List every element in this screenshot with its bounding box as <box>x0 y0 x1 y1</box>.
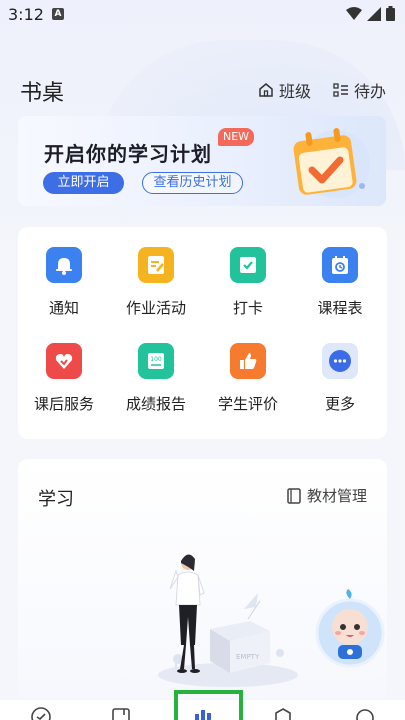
grid-item-notice[interactable]: 通知 <box>18 227 110 317</box>
quick-actions-card: 通知 作业活动 打卡 课程表 课后服务 100 成绩报告 学生评价 更多 <box>18 227 387 439</box>
page-title: 书桌 <box>20 81 65 106</box>
list-icon <box>333 83 348 97</box>
class-label: 班级 <box>279 82 312 101</box>
notification-a-icon: A <box>52 8 64 20</box>
grid-label-after-school: 课后服务 <box>33 395 94 413</box>
todo-button[interactable]: 待办 <box>333 78 386 102</box>
grid-item-evaluation[interactable]: 学生评价 <box>202 323 294 413</box>
book-icon <box>287 487 301 504</box>
after-school-icon <box>46 343 82 379</box>
todo-label: 待办 <box>354 82 387 101</box>
signal-icon <box>367 6 381 21</box>
new-badge: NEW <box>218 128 255 146</box>
start-now-button[interactable]: 立即开启 <box>43 172 124 194</box>
study-card: 学习 教材管理 EMPTY <box>18 459 387 699</box>
grid-label-checkin: 打卡 <box>232 299 263 317</box>
thumbs-up-icon <box>230 343 266 379</box>
nav-cube-icon[interactable] <box>272 706 294 720</box>
svg-text:100: 100 <box>150 356 162 363</box>
empty-box-text: EMPTY <box>236 653 260 661</box>
class-button[interactable]: 班级 <box>258 78 311 102</box>
homework-icon <box>138 247 174 283</box>
textbook-manage-button[interactable]: 教材管理 <box>287 485 367 506</box>
nav-profile-icon[interactable] <box>354 706 376 720</box>
battery-icon <box>386 6 395 21</box>
study-plan-banner[interactable]: 开启你的学习计划 NEW 立即开启 查看历史计划 <box>18 116 386 206</box>
status-bar: 3:12 A <box>0 0 405 30</box>
nav-active-highlight <box>174 690 243 720</box>
grid-item-timetable[interactable]: 课程表 <box>294 227 386 317</box>
nav-notebook-icon[interactable] <box>110 706 132 720</box>
grid-label-timetable: 课程表 <box>317 299 363 317</box>
mascot-assistant[interactable] <box>314 589 386 669</box>
grid-item-more[interactable]: 更多 <box>294 323 386 413</box>
status-icons <box>346 6 395 21</box>
more-icon <box>322 343 358 379</box>
grid-item-checkin[interactable]: 打卡 <box>202 227 294 317</box>
grid-label-notice: 通知 <box>48 299 79 317</box>
study-title: 学习 <box>38 489 74 510</box>
view-history-button[interactable]: 查看历史计划 <box>142 172 243 194</box>
checkin-icon <box>230 247 266 283</box>
calendar-icon <box>322 247 358 283</box>
grid-label-evaluation: 学生评价 <box>217 395 278 413</box>
status-time: 3:12 <box>8 5 44 24</box>
grid-label-homework: 作业活动 <box>125 299 186 317</box>
grid-item-homework[interactable]: 作业活动 <box>110 227 202 317</box>
grid-label-report: 成绩报告 <box>125 395 186 413</box>
banner-title: 开启你的学习计划 <box>44 142 212 166</box>
empty-state-illustration: EMPTY <box>158 554 298 687</box>
grid-label-more: 更多 <box>324 395 355 413</box>
grid-item-report[interactable]: 100 成绩报告 <box>110 323 202 413</box>
nav-check-icon[interactable] <box>30 706 52 720</box>
home-icon <box>259 83 273 97</box>
grid-item-after-school[interactable]: 课后服务 <box>18 323 110 413</box>
bell-icon <box>46 247 82 283</box>
report-icon: 100 <box>138 343 174 379</box>
wifi-icon <box>346 6 362 20</box>
calendar-check-illustration <box>293 128 370 198</box>
textbook-manage-label: 教材管理 <box>306 487 367 505</box>
